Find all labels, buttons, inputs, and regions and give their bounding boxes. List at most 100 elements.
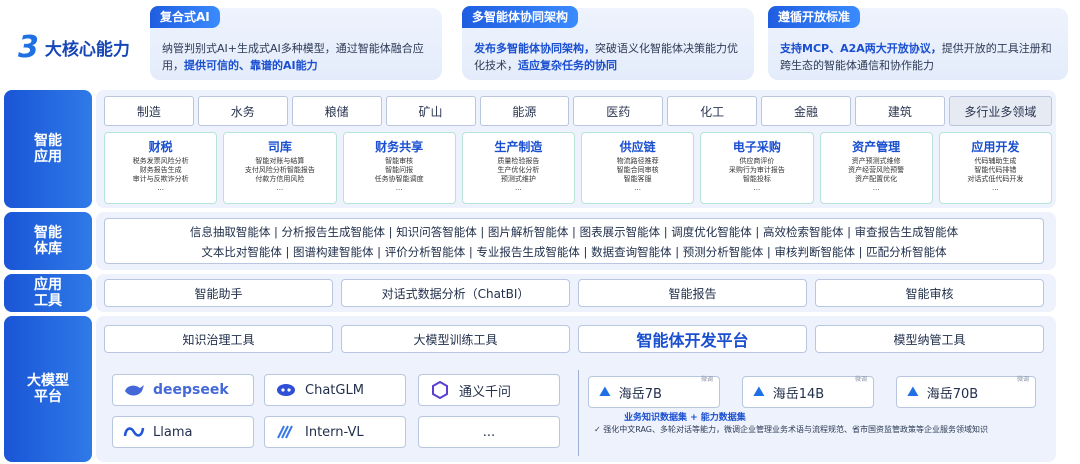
model-llama[interactable]: Llama bbox=[112, 416, 254, 448]
rail-app-tools: 应用 工具 bbox=[4, 274, 92, 312]
scenario-card[interactable]: 应用开发 代码辅助生成 智能代码排错 对话式低代码开发 ... bbox=[938, 132, 1052, 204]
scenario-line: 物流路径推荐 bbox=[616, 157, 659, 165]
haiyue-7b[interactable]: ⛰ 海岳7B 微调 bbox=[588, 376, 720, 408]
scenario-card[interactable]: 生产制造 质量检验报告 生产优化分析 预测式维护 ... bbox=[461, 132, 575, 204]
scenario-line: ... bbox=[992, 184, 999, 192]
tool-knowledge-governance[interactable]: 知识治理工具 bbox=[104, 325, 333, 353]
rail-agent-lib: 智能 体库 bbox=[4, 212, 92, 270]
model-chatglm[interactable]: ChatGLM bbox=[264, 374, 406, 406]
platform-tools-row: 知识治理工具 大模型训练工具 智能体开发平台 模型纳管工具 bbox=[104, 325, 1044, 353]
scenario-line: 付款方信用风险 bbox=[255, 175, 305, 183]
tool-agent-dev-platform[interactable]: 智能体开发平台 bbox=[578, 325, 807, 353]
scenario-line: 代码辅助生成 bbox=[974, 157, 1017, 165]
tool-smart-audit[interactable]: 智能审核 bbox=[815, 279, 1044, 307]
scenario-card[interactable]: 供应链 物流路径推荐 智能合同审核 智能客服 ... bbox=[581, 132, 695, 204]
app-tools-row: 智能助手 对话式数据分析（ChatBI） 智能报告 智能审核 bbox=[104, 279, 1044, 307]
knowledge-dataset-title: 业务知识数据集 + 能力数据集 bbox=[624, 413, 746, 423]
tool-chatbi[interactable]: 对话式数据分析（ChatBI） bbox=[341, 279, 570, 307]
rail-llm-platform: 大模型 平台 bbox=[4, 316, 92, 462]
card-body: 发布多智能体协同架构，突破语义化智能体决策能力优化技术，适应复杂任务的协同 bbox=[474, 40, 744, 74]
industry-item[interactable]: 水务 bbox=[197, 96, 288, 126]
knowledge-dataset-desc: ✓ 强化中文RAG、多轮对话等能力，微调企业管理业务术语与流程规范、省市国资监管… bbox=[594, 425, 989, 434]
haiyue-icon: ⛰ bbox=[753, 384, 765, 400]
model-deepseek[interactable]: deepseek bbox=[112, 374, 254, 406]
scenario-line: ... bbox=[157, 184, 164, 192]
model-name: deepseek bbox=[153, 382, 229, 398]
scenario-card[interactable]: 资产管理 资产预测式维修 资产经营风险预警 资产配置优化 ... bbox=[819, 132, 933, 204]
industry-row: 制造 水务 粮储 矿山 能源 医药 化工 金融 建筑 多行业多领域 bbox=[104, 96, 1052, 126]
scenario-card[interactable]: 司库 智能对账与结算 支付风险分析智能报告 付款方信用风险 ... bbox=[223, 132, 337, 204]
tool-smart-report[interactable]: 智能报告 bbox=[578, 279, 807, 307]
meta-icon bbox=[123, 423, 145, 441]
model-name: Llama bbox=[153, 424, 193, 440]
card-tag: 复合式AI bbox=[150, 6, 220, 28]
scenario-title: 财务共享 bbox=[375, 140, 424, 154]
industry-item-multi[interactable]: 多行业多领域 bbox=[948, 96, 1052, 126]
tool-smart-assistant[interactable]: 智能助手 bbox=[104, 279, 333, 307]
industry-item[interactable]: 金融 bbox=[761, 96, 851, 126]
whale-icon bbox=[123, 381, 145, 399]
industry-item[interactable]: 能源 bbox=[479, 96, 570, 126]
tool-model-management[interactable]: 模型纳管工具 bbox=[815, 325, 1044, 353]
scenario-line: ... bbox=[872, 184, 880, 192]
industry-item[interactable]: 粮储 bbox=[291, 96, 382, 126]
top-band: 3 大核心能力 复合式AI 纳管判别式AI+生成式AI多种模型，通过智能体融合应… bbox=[0, 0, 1080, 84]
scenario-line: 财务报告生成 bbox=[139, 166, 182, 174]
internvl-icon bbox=[275, 423, 297, 441]
scenario-line: 智能投标 bbox=[742, 175, 771, 183]
model-name: Intern-VL bbox=[305, 424, 364, 440]
scenario-card[interactable]: 电子采购 供应商评价 采购行为审计报告 智能投标 ... bbox=[700, 132, 814, 204]
scenario-line: 供应商评价 bbox=[739, 157, 775, 165]
industry-item[interactable]: 制造 bbox=[104, 96, 194, 126]
scenario-line: 智能合同审核 bbox=[616, 166, 659, 174]
chatglm-icon bbox=[275, 381, 297, 399]
haiyue-70b[interactable]: ⛰ 海岳70B 微调 bbox=[896, 376, 1036, 408]
model-internvl[interactable]: Intern-VL bbox=[264, 416, 406, 448]
hero-title: 3 大核心能力 bbox=[18, 30, 130, 65]
model-tongyi[interactable]: 通义千问 bbox=[418, 374, 560, 406]
scenario-line: 智能对账与结算 bbox=[255, 157, 305, 165]
hero-label: 大核心能力 bbox=[44, 40, 130, 60]
model-name: 通义千问 bbox=[459, 384, 512, 400]
scenario-title: 资产管理 bbox=[852, 140, 901, 154]
card-tag: 多智能体协同架构 bbox=[462, 6, 579, 28]
scenario-title: 供应链 bbox=[619, 140, 656, 154]
tool-model-training[interactable]: 大模型训练工具 bbox=[341, 325, 570, 353]
scenario-line: 智能审核 bbox=[385, 157, 414, 165]
rail-label: 应用 工具 bbox=[34, 277, 62, 309]
industry-item[interactable]: 建筑 bbox=[855, 96, 945, 126]
hero-number: 3 bbox=[18, 30, 39, 65]
agent-library-box: 信息抽取智能体 | 分析报告生成智能体 | 知识问答智能体 | 图片解析智能体 … bbox=[104, 218, 1044, 264]
model-area: deepseek ChatGLM 通义千问 Llama Intern-VL ..… bbox=[104, 368, 1052, 460]
scenario-line: 资产经营风险预警 bbox=[848, 166, 905, 174]
scenario-card[interactable]: 财务共享 智能审核 智能问报 任务协智能调度 ... bbox=[342, 132, 456, 204]
industry-item[interactable]: 医药 bbox=[573, 96, 664, 126]
haiyue-name: 海岳14B bbox=[772, 386, 825, 402]
scenario-line: 税务发票风险分析 bbox=[132, 157, 189, 165]
scenario-line: 智能客服 bbox=[623, 175, 652, 183]
rail-label: 智能 体库 bbox=[34, 225, 62, 257]
scenario-line: ... bbox=[515, 184, 522, 192]
scenario-line: 资产配置优化 bbox=[855, 175, 898, 183]
scenario-title: 司库 bbox=[267, 140, 292, 154]
scenario-card[interactable]: 财税 税务发票风险分析 财务报告生成 审计与反欺诈分析 ... bbox=[104, 132, 218, 204]
scenario-line: ... bbox=[753, 184, 761, 192]
scenario-title: 生产制造 bbox=[494, 140, 543, 154]
scenario-line: ... bbox=[634, 184, 641, 192]
tongyi-icon bbox=[429, 381, 451, 399]
card-text-bold: 发布多智能体协同架构， bbox=[474, 42, 595, 55]
industry-item[interactable]: 矿山 bbox=[385, 96, 476, 126]
scenario-line: ... bbox=[395, 184, 403, 192]
rail-smart-app: 智能 应用 bbox=[4, 90, 92, 208]
scenario-line: 采购行为审计报告 bbox=[728, 166, 785, 174]
scenario-line: 质量检验报告 bbox=[497, 157, 540, 165]
industry-item[interactable]: 化工 bbox=[667, 96, 758, 126]
card-composite-ai: 复合式AI 纳管判别式AI+生成式AI多种模型，通过智能体融合应用，提供可信的、… bbox=[150, 6, 442, 80]
card-body: 纳管判别式AI+生成式AI多种模型，通过智能体融合应用，提供可信的、靠谱的AI能… bbox=[162, 40, 432, 74]
card-text-bold: 适应复杂任务的协同 bbox=[518, 59, 617, 72]
model-more[interactable]: ... bbox=[418, 416, 560, 448]
card-body: 支持MCP、A2A两大开放协议，提供开放的工具注册和跨生态的智能体通信和协作能力 bbox=[780, 40, 1058, 74]
haiyue-14b[interactable]: ⛰ 海岳14B 微调 bbox=[742, 376, 874, 408]
agent-line: 文本比对智能体 | 图谱构建智能体 | 评价分析智能体 | 专业报告生成智能体 … bbox=[201, 245, 947, 259]
scenario-title: 财税 bbox=[148, 140, 173, 154]
